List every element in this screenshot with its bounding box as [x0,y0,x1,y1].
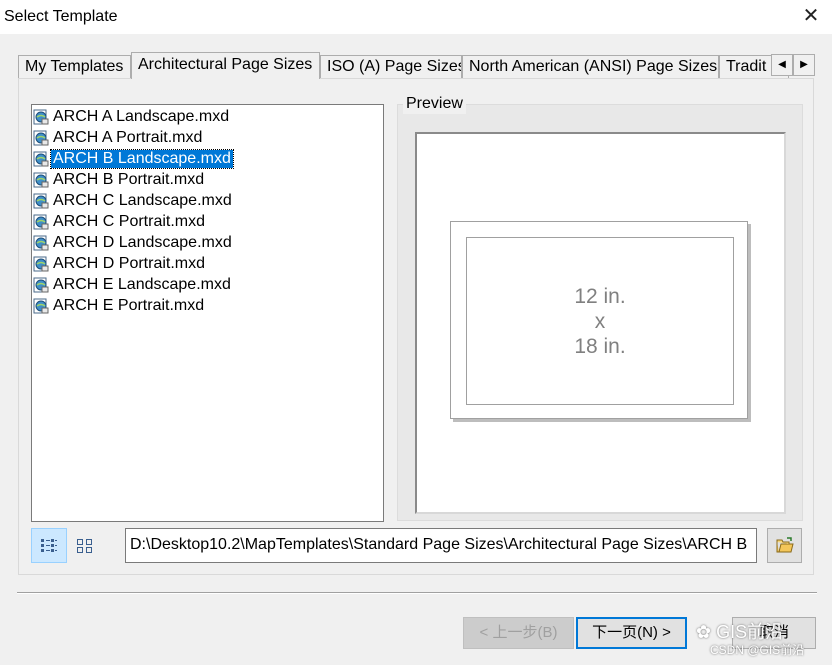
mxd-file-icon [33,298,49,313]
file-name: ARCH A Portrait.mxd [53,128,203,146]
window-title: Select Template [4,8,118,25]
close-icon[interactable]: ✕ [800,5,822,27]
page-times-text: x [594,309,606,333]
template-path-field[interactable]: D:\Desktop10.2\MapTemplates\Standard Pag… [125,528,757,563]
separator [17,592,817,594]
wechat-icon: ✿ [696,622,712,642]
tab-strip: My Templates Architectural Page Sizes IS… [18,52,818,79]
tab-north-american-ansi-page-sizes[interactable]: North American (ANSI) Page Sizes [462,55,719,78]
mxd-file-icon [33,130,49,145]
list-item-selected[interactable]: ARCH B Landscape.mxd [33,148,234,169]
mxd-file-icon [33,151,49,166]
list-item[interactable]: ARCH E Portrait.mxd [33,295,206,316]
preview-label: Preview [403,94,466,114]
watermark-text: GIS前沿 [716,622,784,642]
next-button[interactable]: 下一页(N) > [576,617,687,649]
file-name: ARCH C Portrait.mxd [53,212,206,230]
page-height-text: 18 in. [574,334,626,358]
file-name: ARCH B Landscape.mxd [50,148,234,169]
list-view-icon [41,538,57,552]
list-view-button[interactable] [31,528,67,563]
list-item[interactable]: ARCH D Portrait.mxd [33,253,207,274]
list-item[interactable]: ARCH C Landscape.mxd [33,190,234,211]
mxd-file-icon [33,256,49,271]
page-preview: 12 in. x 18 in. [450,221,748,419]
mxd-file-icon [33,172,49,187]
list-item[interactable]: ARCH B Portrait.mxd [33,169,206,190]
thumbnail-view-button[interactable] [67,528,103,563]
file-name: ARCH D Landscape.mxd [53,233,232,251]
file-name: ARCH E Portrait.mxd [53,296,205,314]
tab-my-templates[interactable]: My Templates [18,55,131,78]
tab-architectural-page-sizes[interactable]: Architectural Page Sizes [131,52,320,79]
tab-scroll-left-icon[interactable]: ◀ [771,54,793,76]
list-item[interactable]: ARCH A Landscape.mxd [33,106,231,127]
csdn-watermark: CSDN @GIS前沿 [710,643,805,657]
page-margin-box: 12 in. x 18 in. [466,237,734,405]
file-name: ARCH D Portrait.mxd [53,254,206,272]
template-file-list[interactable]: ARCH A Landscape.mxd ARCH A Portrait.mxd… [31,104,384,522]
browse-button[interactable] [767,528,802,563]
title-bar: Select Template ✕ [0,0,832,34]
tab-scroll-right-icon[interactable]: ▶ [793,54,815,76]
mxd-file-icon [33,235,49,250]
preview-group: 12 in. x 18 in. Preview [397,94,803,521]
mxd-file-icon [33,109,49,124]
file-name: ARCH C Landscape.mxd [53,191,232,209]
page-width-text: 12 in. [574,284,626,308]
mxd-file-icon [33,214,49,229]
mxd-file-icon [33,277,49,292]
thumbnail-view-icon [77,538,92,553]
tab-iso-a-page-sizes[interactable]: ISO (A) Page Sizes [320,55,462,78]
back-button[interactable]: < 上一步(B) [463,617,574,649]
preview-frame: 12 in. x 18 in. [397,104,803,521]
list-item[interactable]: ARCH C Portrait.mxd [33,211,207,232]
file-name: ARCH A Landscape.mxd [53,107,230,125]
open-folder-icon [776,536,794,552]
list-item[interactable]: ARCH E Landscape.mxd [33,274,233,295]
list-item[interactable]: ARCH D Landscape.mxd [33,232,234,253]
list-item[interactable]: ARCH A Portrait.mxd [33,127,204,148]
mxd-file-icon [33,193,49,208]
file-name: ARCH E Landscape.mxd [53,275,231,293]
file-name: ARCH B Portrait.mxd [53,170,205,188]
preview-canvas: 12 in. x 18 in. [415,132,786,514]
